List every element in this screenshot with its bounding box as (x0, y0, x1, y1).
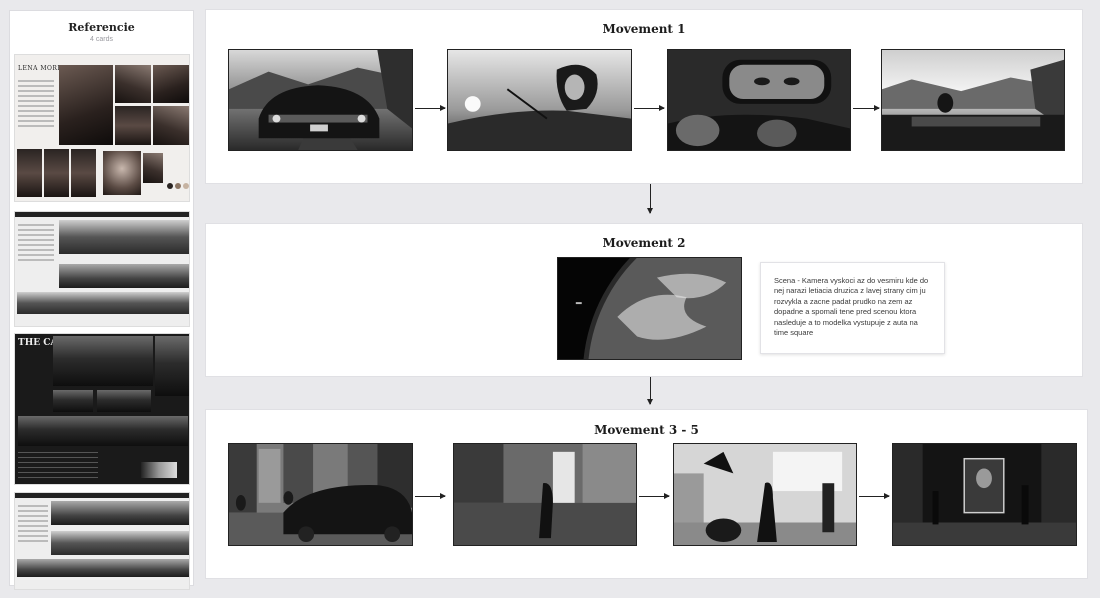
movement-1-title: Movement 1 (602, 22, 686, 36)
portrait-image (153, 65, 189, 103)
car-image (53, 390, 93, 412)
flow-arrow (639, 493, 670, 499)
storyboard-frame-street-billboard[interactable] (453, 443, 637, 546)
flow-arrow (859, 493, 890, 499)
reference-card-lena-moreau[interactable]: LENA MOREAU (14, 54, 190, 202)
color-swatch (167, 183, 173, 189)
storyboard-frame-convertible-rear[interactable] (881, 49, 1065, 151)
movement-3-5-title: Movement 3 - 5 (594, 423, 699, 437)
scene-image-strip (59, 264, 189, 288)
reference-card-world-behind-wall-2[interactable] (14, 492, 190, 590)
references-panel: Referencie 4 cards LENA MOREAU THE CAR (9, 10, 194, 590)
scene-image-strip (51, 501, 189, 525)
full-body-image (71, 149, 96, 197)
flow-arrow (853, 105, 880, 111)
card-text-lines (18, 77, 54, 130)
detail-image (103, 151, 141, 195)
storyboard-frame-times-square-car[interactable] (228, 443, 413, 546)
card-header-bar (15, 212, 189, 217)
color-swatch (175, 183, 181, 189)
portrait-image (115, 106, 151, 145)
card-text-lines (18, 452, 98, 482)
references-title: Referencie (68, 21, 135, 34)
card-text-lines (18, 505, 48, 545)
car-detail-image (155, 336, 189, 396)
storyboard-frame-photo-studio[interactable] (673, 443, 857, 546)
storyboard-frame-woman-in-convertible[interactable] (447, 49, 632, 151)
scene-image-strip (59, 220, 189, 254)
full-body-image (44, 149, 69, 197)
detail-image (143, 153, 163, 183)
movement-2-title: Movement 2 (602, 236, 686, 250)
flow-arrow-down (647, 184, 653, 214)
scene-image-strip (51, 531, 189, 555)
car-image (18, 416, 188, 446)
references-card-count: 4 cards (90, 36, 113, 43)
storyboard-frame-car-road[interactable] (228, 49, 413, 151)
card-header-bar (15, 493, 189, 498)
flow-arrow (634, 105, 665, 111)
scene-image-strip (17, 559, 189, 577)
portrait-image (59, 65, 113, 145)
flow-arrow-down (647, 377, 653, 405)
storyboard-frame-poster-gallery[interactable] (892, 443, 1077, 546)
car-image (53, 336, 153, 386)
scene-note[interactable]: Scena - Kamera vyskoci az do vesmiru kde… (760, 262, 945, 354)
car-image (97, 390, 151, 412)
flow-arrow (415, 105, 446, 111)
card-text-lines (18, 224, 54, 264)
portrait-image (115, 65, 151, 103)
color-swatch (141, 462, 177, 478)
reference-card-world-behind-wall[interactable] (14, 211, 190, 327)
portrait-image (153, 106, 189, 145)
flow-arrow (415, 493, 446, 499)
full-body-image (17, 149, 42, 197)
storyboard-frame-earth-from-space[interactable] (557, 257, 742, 360)
reference-card-the-car[interactable]: THE CAR (14, 333, 190, 485)
color-swatch (183, 183, 189, 189)
storyboard-frame-rearview-mirror[interactable] (667, 49, 851, 151)
scene-image-strip (17, 292, 189, 314)
